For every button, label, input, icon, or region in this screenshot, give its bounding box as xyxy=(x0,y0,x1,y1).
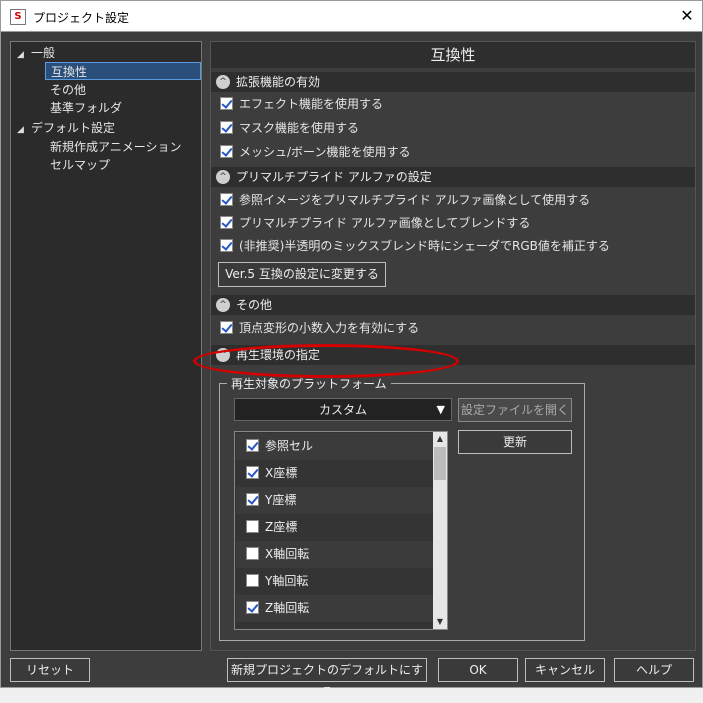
tree-item-base-folder[interactable]: 基準フォルダ xyxy=(50,99,122,117)
close-icon[interactable]: ✕ xyxy=(672,1,702,31)
app-icon: S xyxy=(10,9,26,25)
title-bar: S プロジェクト設定 ✕ xyxy=(0,0,703,31)
checkbox-effect[interactable]: エフェクト機能を使用する xyxy=(220,94,383,114)
tree-item-label: 一般 xyxy=(31,46,56,60)
tree-item-label: 基準フォルダ xyxy=(50,101,123,115)
section-playback-env[interactable]: ^ 再生環境の指定 xyxy=(211,345,695,365)
list-item[interactable]: Z軸回転 xyxy=(236,595,433,622)
page-title: 互換性 xyxy=(211,42,695,68)
expand-arrow-icon[interactable]: ◢ xyxy=(17,46,31,64)
list-item-label: 参照セル xyxy=(265,439,314,453)
window-title: プロジェクト設定 xyxy=(33,11,130,25)
checkbox-label: 頂点変形の小数入力を有効にする xyxy=(239,321,420,335)
settings-content: 互換性 ^ 拡張機能の有効 エフェクト機能を使用する マスク機能を使用する メッ… xyxy=(210,41,696,651)
help-button[interactable]: ヘルプ xyxy=(614,658,694,682)
checkbox-label: メッシュ/ボーン機能を使用する xyxy=(239,145,411,159)
checkbox-mesh-bone[interactable]: メッシュ/ボーン機能を使用する xyxy=(220,142,410,162)
checkbox-vertex-decimal-input[interactable]: 頂点変形の小数入力を有効にする xyxy=(220,318,419,338)
checkbox-box[interactable] xyxy=(220,193,233,206)
checkbox-label: (非推奨)半透明のミックスブレンド時にシェーダでRGB値を補正する xyxy=(239,239,610,253)
platform-feature-list[interactable]: 参照セル X座標 Y座標 Z座標 X軸回転 Y軸回転 Z軸回転 ▲ ▼ xyxy=(234,431,448,630)
settings-tree: ◢ 一般 互換性 その他 基準フォルダ ◢ デフォルト設定 新規作成アニメーション … xyxy=(10,41,202,651)
collapse-icon[interactable]: ^ xyxy=(216,348,230,362)
expand-arrow-icon[interactable]: ◢ xyxy=(17,121,31,139)
checkbox-blend-premultiplied[interactable]: プリマルチプライド アルファ画像としてブレンドする xyxy=(220,213,530,233)
checkbox-box[interactable] xyxy=(246,439,259,452)
list-item[interactable]: Y座標 xyxy=(236,487,433,514)
section-label: 拡張機能の有効 xyxy=(236,75,321,89)
checkbox-box[interactable] xyxy=(246,520,259,533)
list-item-label: Y座標 xyxy=(265,493,297,507)
checkbox-box[interactable] xyxy=(246,547,259,560)
reset-button[interactable]: リセット xyxy=(10,658,90,682)
scroll-down-icon[interactable]: ▼ xyxy=(433,615,447,629)
checkbox-label: エフェクト機能を使用する xyxy=(239,97,384,111)
platform-select[interactable]: カスタム ▼ xyxy=(234,398,452,421)
ver5-compat-button[interactable]: Ver.5 互換の設定に変更する xyxy=(218,262,386,287)
cancel-button[interactable]: キャンセル xyxy=(525,658,605,682)
tree-item-new-animation[interactable]: 新規作成アニメーション xyxy=(50,138,182,156)
set-default-button[interactable]: 新規プロジェクトのデフォルトにする xyxy=(227,658,427,699)
list-item-label: X軸回転 xyxy=(265,547,310,561)
section-other[interactable]: ^ その他 xyxy=(211,295,695,315)
dialog-body: ◢ 一般 互換性 その他 基準フォルダ ◢ デフォルト設定 新規作成アニメーション … xyxy=(0,31,703,699)
list-item[interactable]: 参照セル xyxy=(236,433,433,460)
section-label: 再生環境の指定 xyxy=(236,348,321,362)
checkbox-box[interactable] xyxy=(220,321,233,334)
tree-item-cellmap[interactable]: セルマップ xyxy=(50,156,110,174)
tree-item-general[interactable]: ◢ 一般 xyxy=(17,44,55,62)
collapse-icon[interactable]: ^ xyxy=(216,170,230,184)
scroll-up-icon[interactable]: ▲ xyxy=(433,432,447,446)
checkbox-box[interactable] xyxy=(220,216,233,229)
checkbox-shader-rgb-correction[interactable]: (非推奨)半透明のミックスブレンド時にシェーダでRGB値を補正する xyxy=(220,236,610,256)
checkbox-mask[interactable]: マスク機能を使用する xyxy=(220,118,359,138)
checkbox-label: マスク機能を使用する xyxy=(239,121,360,135)
checkbox-box[interactable] xyxy=(220,145,233,158)
list-item-label: Z座標 xyxy=(265,520,298,534)
tree-item-label: 互換性 xyxy=(51,65,88,79)
list-item[interactable]: Z座標 xyxy=(236,514,433,541)
checkbox-ref-image-premultiplied[interactable]: 参照イメージをプリマルチプライド アルファ画像として使用する xyxy=(220,190,590,210)
checkbox-box[interactable] xyxy=(246,601,259,614)
list-item-label: X座標 xyxy=(265,466,298,480)
tree-item-label: 新規作成アニメーション xyxy=(50,140,182,154)
platform-select-value: カスタム xyxy=(318,403,367,417)
update-button[interactable]: 更新 xyxy=(458,430,572,454)
section-premultiplied-alpha[interactable]: ^ プリマルチプライド アルファの設定 xyxy=(211,167,695,187)
collapse-icon[interactable]: ^ xyxy=(216,298,230,312)
scroll-thumb[interactable] xyxy=(434,447,446,480)
list-item[interactable]: X軸回転 xyxy=(236,541,433,568)
checkbox-box[interactable] xyxy=(246,574,259,587)
tree-item-other[interactable]: その他 xyxy=(50,81,86,99)
checkbox-box[interactable] xyxy=(220,121,233,134)
list-item[interactable]: X座標 xyxy=(236,460,433,487)
checkbox-box[interactable] xyxy=(220,239,233,252)
tree-item-label: セルマップ xyxy=(50,158,111,172)
collapse-icon[interactable]: ^ xyxy=(216,75,230,89)
tree-item-label: その他 xyxy=(50,83,87,97)
list-item-label: Y軸回転 xyxy=(265,574,309,588)
checkbox-box[interactable] xyxy=(220,97,233,110)
tree-item-compatibility[interactable]: 互換性 xyxy=(45,62,201,80)
list-scrollbar[interactable]: ▲ ▼ xyxy=(433,432,447,629)
list-item[interactable]: Y軸回転 xyxy=(236,568,433,595)
dropdown-arrow-icon[interactable]: ▼ xyxy=(437,399,445,421)
checkbox-label: プリマルチプライド アルファ画像としてブレンドする xyxy=(239,216,531,230)
tree-item-default-settings[interactable]: ◢ デフォルト設定 xyxy=(17,119,115,137)
ok-button[interactable]: OK xyxy=(438,658,518,682)
open-settings-file-button[interactable]: 設定ファイルを開く xyxy=(458,398,572,422)
list-item-label: Z軸回転 xyxy=(265,601,310,615)
checkbox-label: 参照イメージをプリマルチプライド アルファ画像として使用する xyxy=(239,193,591,207)
platform-group-label: 再生対象のプラットフォーム xyxy=(227,375,391,392)
checkbox-box[interactable] xyxy=(246,493,259,506)
section-label: プリマルチプライド アルファの設定 xyxy=(236,170,432,184)
checkbox-box[interactable] xyxy=(246,466,259,479)
section-label: その他 xyxy=(236,298,273,312)
tree-item-label: デフォルト設定 xyxy=(31,121,116,135)
section-extensions[interactable]: ^ 拡張機能の有効 xyxy=(211,72,695,92)
